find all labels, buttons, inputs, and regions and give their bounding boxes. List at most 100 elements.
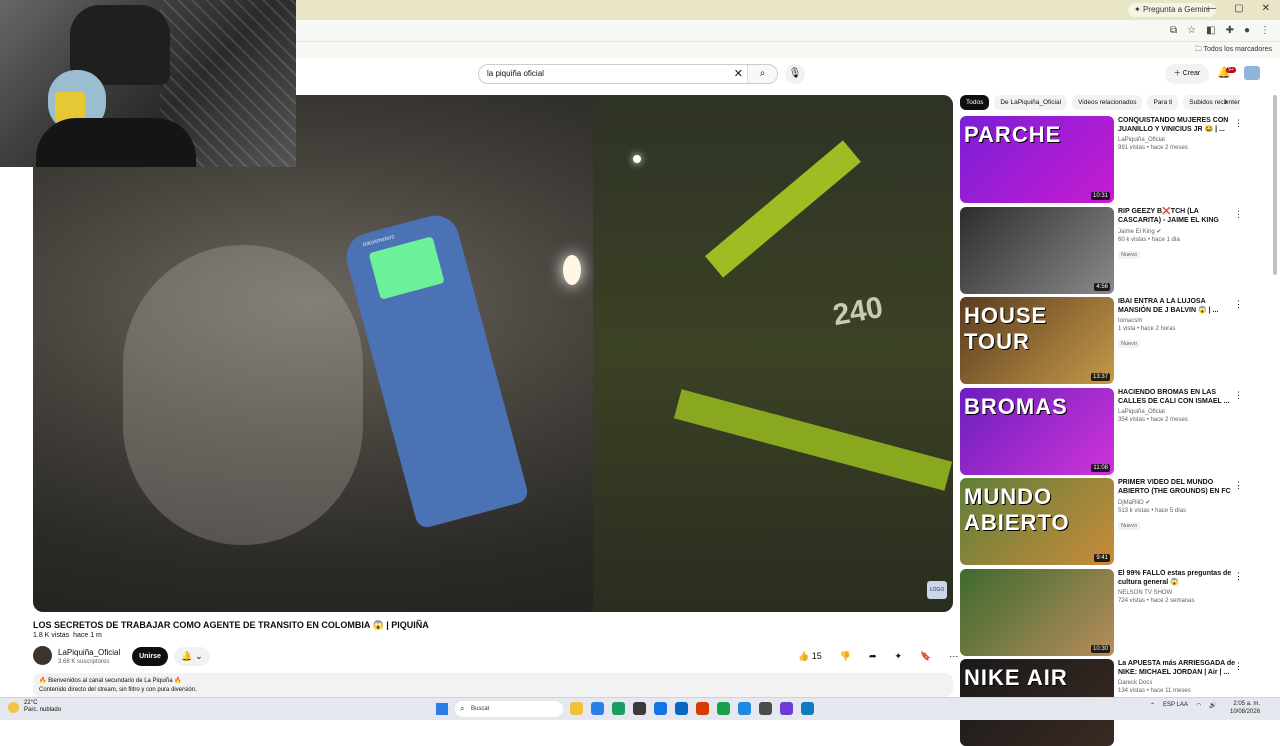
menu-dots-icon[interactable]: ⋮: [1260, 25, 1270, 36]
taskbar-app-icon[interactable]: [738, 702, 751, 715]
ask-ai-icon[interactable]: ✦: [888, 647, 909, 666]
recommended-video-title[interactable]: CONQUISTANDO MUJERES CON JUANILLO Y VINI…: [1118, 116, 1236, 134]
profile-icon[interactable]: ●: [1244, 25, 1250, 36]
video-description[interactable]: 🔥 Bienvenidos al canal secundario de La …: [33, 673, 953, 697]
more-options-icon[interactable]: ⋮: [1234, 571, 1243, 582]
taskbar-app-icon[interactable]: [675, 702, 688, 715]
taskbar-app-icon[interactable]: [717, 702, 730, 715]
taskbar-app-icon[interactable]: [759, 702, 772, 715]
search-icon: ⌕: [460, 704, 465, 713]
weather-icon[interactable]: [8, 702, 19, 713]
search-box[interactable]: la piquiña oficial ✕ ⌕: [478, 64, 778, 84]
page-scrollbar[interactable]: [1273, 95, 1277, 275]
share-icon[interactable]: ➦: [862, 647, 883, 666]
chip-all[interactable]: Todos: [960, 95, 990, 110]
recommended-video-title[interactable]: IBAI ENTRA A LA LUJOSA MANSIÓN DE J BALV…: [1118, 297, 1236, 315]
puzzle-icon[interactable]: ✚: [1226, 25, 1234, 36]
video-thumbnail[interactable]: PARCHE 10:31: [960, 116, 1114, 203]
chip-for-you[interactable]: Para ti: [1147, 95, 1179, 110]
video-thumbnail[interactable]: HOUSE TOUR 13:37: [960, 297, 1114, 384]
taskbar-app-icon[interactable]: [696, 702, 709, 715]
recommended-video[interactable]: PARCHE 10:31 CONQUISTANDO MUJERES CON JUAN…: [960, 116, 1250, 203]
more-options-icon[interactable]: ⋮: [1234, 118, 1243, 129]
video-scene-light: [563, 255, 581, 285]
join-button[interactable]: Unirse: [132, 647, 168, 666]
channel-avatar[interactable]: [33, 646, 52, 665]
recommended-video-title[interactable]: PRIMER VIDEO DEL MUNDO ABIERTO (THE GROU…: [1118, 478, 1236, 496]
recommended-video-channel[interactable]: LaPiquiña_Oficial: [1118, 137, 1236, 143]
video-player[interactable]: 240 intoximeters LOGO: [33, 95, 953, 612]
recommended-video[interactable]: MUNDO ABIERTO 9:41 PRIMER VIDEO DEL MUNDO …: [960, 478, 1250, 565]
more-options-icon[interactable]: ⋮: [1234, 390, 1243, 401]
video-thumbnail[interactable]: 4:56: [960, 206, 1114, 294]
recommended-video-title[interactable]: El 99% FALLÓ estas preguntas de cultura …: [1118, 569, 1236, 587]
like-button[interactable]: 👍 15: [792, 647, 828, 666]
recommended-video-title[interactable]: HACIENDO BROMAS EN LAS CALLES DE CALI CO…: [1118, 388, 1236, 406]
recommended-video[interactable]: BROMAS 11:08 HACIENDO BROMAS EN LAS CALLES…: [960, 387, 1250, 475]
taskbar-app-icon[interactable]: [633, 702, 646, 715]
more-options-icon[interactable]: ⋮: [1234, 299, 1243, 310]
account-avatar[interactable]: [1244, 66, 1260, 80]
taskbar-app-icon[interactable]: [591, 702, 604, 715]
wifi-icon[interactable]: ◠: [1196, 702, 1201, 709]
language-indicator[interactable]: ESP LAA: [1163, 702, 1188, 709]
chip-related[interactable]: Videos relacionados: [1072, 95, 1143, 110]
volume-icon[interactable]: 🔊: [1209, 702, 1216, 709]
ask-gemini-button[interactable]: ✦ Pregunta a Gemini: [1128, 3, 1216, 17]
recommended-video-channel[interactable]: NELSON TV SHOW: [1118, 590, 1236, 596]
thumbnail-text: MUNDO ABIERTO: [964, 484, 1070, 535]
chip-from-channel[interactable]: De LaPiquiña_Oficial: [994, 95, 1068, 110]
recommended-video-channel[interactable]: Jaime El King ✔: [1118, 228, 1236, 235]
recommended-video-title[interactable]: La APUESTA más ARRIESGADA de NIKE: MICHA…: [1118, 659, 1236, 677]
tray-chevron-icon[interactable]: ⌃: [1150, 702, 1155, 709]
windows-start-icon[interactable]: [436, 703, 448, 715]
more-options-icon[interactable]: ⋮: [1234, 209, 1243, 220]
taskbar-clock[interactable]: 2:05 a. m. 10/08/2026: [1230, 700, 1260, 716]
microphone-icon[interactable]: 🎙: [785, 64, 805, 84]
channel-watermark-icon[interactable]: LOGO: [927, 581, 947, 599]
maximize-button[interactable]: ▢: [1234, 3, 1243, 14]
description-line: Contenido directo del stream, sin filtro…: [39, 687, 197, 693]
recommended-video-title[interactable]: RIP GEEZY B❌TCH (LA CASCARITA) - JAIME E…: [1118, 207, 1236, 225]
subscription-bell-button[interactable]: 🔔 ⌄: [174, 647, 210, 666]
search-icon[interactable]: ⌕: [747, 65, 777, 83]
close-window-button[interactable]: ✕: [1262, 3, 1270, 14]
recommended-video[interactable]: 10:30 El 99% FALLÓ estas preguntas de cul…: [960, 568, 1250, 656]
taskbar-app-icon[interactable]: [801, 702, 814, 715]
video-duration: 9:41: [1094, 554, 1110, 562]
video-thumbnail[interactable]: 10:30: [960, 568, 1114, 656]
taskbar-app-icon[interactable]: [570, 702, 583, 715]
weather-widget[interactable]: 22°C Parc. nublado: [24, 700, 61, 714]
cast-icon[interactable]: ⧉: [1170, 25, 1177, 36]
video-thumbnail[interactable]: MUNDO ABIERTO 9:41: [960, 478, 1114, 565]
recommended-video-channel[interactable]: LaPiquiña_Oficial: [1118, 409, 1236, 415]
extension-icon[interactable]: ◧: [1206, 25, 1215, 36]
taskbar-search[interactable]: ⌕ Buscar: [455, 701, 563, 717]
channel-name[interactable]: LaPiquiña_Oficial: [58, 648, 120, 657]
minimize-button[interactable]: —: [1206, 3, 1216, 14]
create-button[interactable]: ＋ Crear: [1165, 64, 1209, 84]
recommended-video-channel[interactable]: DjMaRiiO ✔: [1118, 499, 1236, 506]
recommended-video[interactable]: 4:56 RIP GEEZY B❌TCH (LA CASCARITA) - JAI…: [960, 206, 1250, 294]
video-title: LOS SECRETOS DE TRABAJAR COMO AGENTE DE …: [33, 620, 429, 630]
all-bookmarks-button[interactable]: 🗀 Todos los marcadores: [1195, 45, 1272, 56]
save-icon[interactable]: 🔖: [914, 647, 938, 666]
more-options-icon[interactable]: ⋮: [1234, 480, 1243, 491]
chip-recent[interactable]: Subidos recientemente: [1183, 95, 1240, 110]
taskbar-app-icon[interactable]: [780, 702, 793, 715]
taskbar-app-icon[interactable]: [654, 702, 667, 715]
more-options-icon[interactable]: ⋮: [1234, 661, 1243, 672]
chevron-right-icon[interactable]: ›: [1224, 96, 1228, 108]
description-line: 🔥 Bienvenidos al canal secundario de La …: [39, 678, 182, 684]
weather-desc: Parc. nublado: [24, 707, 62, 713]
dislike-icon[interactable]: 👎: [833, 647, 857, 666]
video-views: 1.8 K vistas: [33, 632, 70, 639]
clear-search-icon[interactable]: ✕: [734, 67, 743, 80]
recommended-video-channel[interactable]: tomacsm: [1118, 318, 1236, 324]
bookmark-star-icon[interactable]: ☆: [1187, 25, 1196, 36]
taskbar-app-icon[interactable]: [612, 702, 625, 715]
recommended-video-channel[interactable]: Dareck Docs: [1118, 680, 1236, 686]
video-thumbnail[interactable]: BROMAS 11:08: [960, 387, 1114, 475]
search-input[interactable]: la piquiña oficial: [487, 69, 544, 78]
recommended-video[interactable]: HOUSE TOUR 13:37 IBAI ENTRA A LA LUJOSA MA…: [960, 297, 1250, 384]
